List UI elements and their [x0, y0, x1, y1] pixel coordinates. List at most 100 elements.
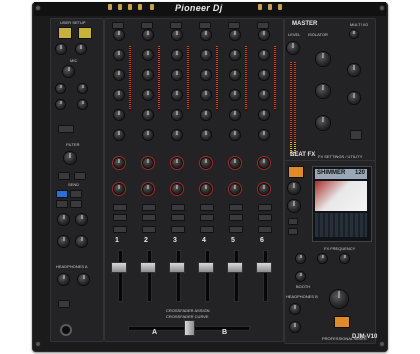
fx-frequency-hi-knob[interactable] — [340, 254, 349, 263]
beat-fx-select-knob[interactable] — [288, 182, 300, 194]
send-return-knob[interactable] — [76, 236, 87, 247]
fx-send-knob[interactable] — [230, 184, 240, 194]
mic-eq-knob[interactable] — [76, 44, 86, 54]
eq-low-knob[interactable] — [143, 90, 153, 100]
fx-assign-button[interactable] — [171, 204, 185, 211]
send-time-knob[interactable] — [76, 214, 87, 225]
fx-frequency-low-knob[interactable] — [296, 254, 305, 263]
headphones-b-level-knob[interactable] — [290, 322, 300, 332]
isolator-mid-knob[interactable] — [316, 84, 330, 98]
eq-hi-knob[interactable] — [230, 50, 240, 60]
eq-low-knob[interactable] — [201, 90, 211, 100]
beat-fx-channel-button[interactable] — [288, 228, 298, 235]
fx-send-knob[interactable] — [259, 184, 269, 194]
filter-resonance-knob[interactable] — [64, 152, 76, 164]
mic-level-knob[interactable] — [63, 66, 74, 77]
channel-fader-knob[interactable] — [169, 262, 185, 273]
fx-send-knob[interactable] — [172, 184, 182, 194]
eq-mid-knob[interactable] — [172, 70, 182, 80]
headphones-a-cue-button[interactable] — [58, 300, 70, 308]
fx-assign-button[interactable] — [258, 204, 272, 211]
trim-knob[interactable] — [143, 30, 153, 40]
user-setup-button-b[interactable] — [78, 27, 92, 39]
filter-mode-button[interactable] — [58, 172, 70, 180]
send-select-button[interactable] — [56, 190, 68, 198]
eq-mid-knob[interactable] — [230, 70, 240, 80]
fx-assign-button[interactable] — [113, 204, 127, 211]
input-select-button[interactable] — [228, 22, 240, 29]
send-level-knob[interactable] — [259, 130, 269, 140]
beat-fx-on-off-button[interactable] — [334, 316, 350, 328]
eq-low-knob[interactable] — [259, 90, 269, 100]
eq-mid-knob[interactable] — [259, 70, 269, 80]
fx-assign-button[interactable] — [229, 204, 243, 211]
multi-io-on-button[interactable] — [350, 130, 362, 140]
trim-knob[interactable] — [114, 30, 124, 40]
eq-low-knob[interactable] — [230, 90, 240, 100]
crossfader-assign-switch[interactable] — [113, 226, 127, 233]
mic-hi-knob[interactable] — [56, 84, 65, 93]
cue-button[interactable] — [229, 214, 243, 221]
mic-send-knob[interactable] — [56, 100, 65, 109]
eq-low-knob[interactable] — [172, 90, 182, 100]
cue-button[interactable] — [258, 214, 272, 221]
trim-knob[interactable] — [201, 30, 211, 40]
crossfader-assign-switch[interactable] — [258, 226, 272, 233]
fx-send-knob[interactable] — [114, 184, 124, 194]
beat-fx-level-knob[interactable] — [288, 200, 300, 212]
input-select-button[interactable] — [199, 22, 211, 29]
channel-fader-knob[interactable] — [111, 262, 127, 273]
crossfader-assign-switch[interactable] — [200, 226, 214, 233]
send-level-knob[interactable] — [230, 130, 240, 140]
eq-low-knob[interactable] — [114, 90, 124, 100]
cue-button[interactable] — [200, 214, 214, 221]
fx-assign-button[interactable] — [200, 204, 214, 211]
isolator-low-knob[interactable] — [316, 116, 330, 130]
fx-send-knob[interactable] — [201, 184, 211, 194]
eq-hi-knob[interactable] — [201, 50, 211, 60]
input-select-button[interactable] — [112, 22, 124, 29]
eq-mid-knob[interactable] — [143, 70, 153, 80]
filter-knob[interactable] — [172, 158, 182, 168]
compressor-knob[interactable] — [172, 110, 182, 120]
multi-io-select-knob[interactable] — [348, 64, 360, 76]
compressor-knob[interactable] — [143, 110, 153, 120]
compressor-knob[interactable] — [201, 110, 211, 120]
compressor-knob[interactable] — [230, 110, 240, 120]
crossfader-assign-switch[interactable] — [171, 226, 185, 233]
send-level-knob[interactable] — [201, 130, 211, 140]
send-select-button[interactable] — [70, 190, 82, 198]
channel-fader-knob[interactable] — [140, 262, 156, 273]
filter-knob[interactable] — [259, 158, 269, 168]
crossfader-assign-switch[interactable] — [229, 226, 243, 233]
eq-hi-knob[interactable] — [114, 50, 124, 60]
fx-send-knob[interactable] — [143, 184, 153, 194]
cue-button[interactable] — [142, 214, 156, 221]
mic-eq-knob[interactable] — [56, 44, 66, 54]
filter-knob[interactable] — [230, 158, 240, 168]
fx-assign-button[interactable] — [142, 204, 156, 211]
booth-level-knob[interactable] — [296, 272, 305, 281]
crossfader-knob[interactable] — [184, 320, 195, 336]
input-select-button[interactable] — [141, 22, 153, 29]
multi-io-level-knob[interactable] — [350, 30, 358, 38]
eq-hi-knob[interactable] — [143, 50, 153, 60]
eq-mid-knob[interactable] — [114, 70, 124, 80]
beat-fx-on-button[interactable] — [288, 166, 304, 178]
channel-fader-knob[interactable] — [256, 262, 272, 273]
fx-frequency-mid-knob[interactable] — [318, 254, 327, 263]
fx-display-screen[interactable]: SHIMMER 120 — [312, 166, 372, 242]
beat-fx-level-depth-knob[interactable] — [330, 290, 348, 308]
crossfader-assign-switch[interactable] — [142, 226, 156, 233]
mic-on-button[interactable] — [58, 125, 74, 133]
filter-mode-button[interactable] — [74, 172, 86, 180]
send-select-button[interactable] — [70, 200, 82, 208]
beat-fx-channel-button[interactable] — [288, 218, 298, 225]
send-size-knob[interactable] — [58, 214, 69, 225]
compressor-knob[interactable] — [259, 110, 269, 120]
headphones-b-mix-knob[interactable] — [290, 304, 300, 314]
multi-io-mix-knob[interactable] — [348, 92, 360, 104]
eq-mid-knob[interactable] — [201, 70, 211, 80]
master-level-knob[interactable] — [287, 42, 299, 54]
channel-fader-knob[interactable] — [198, 262, 214, 273]
